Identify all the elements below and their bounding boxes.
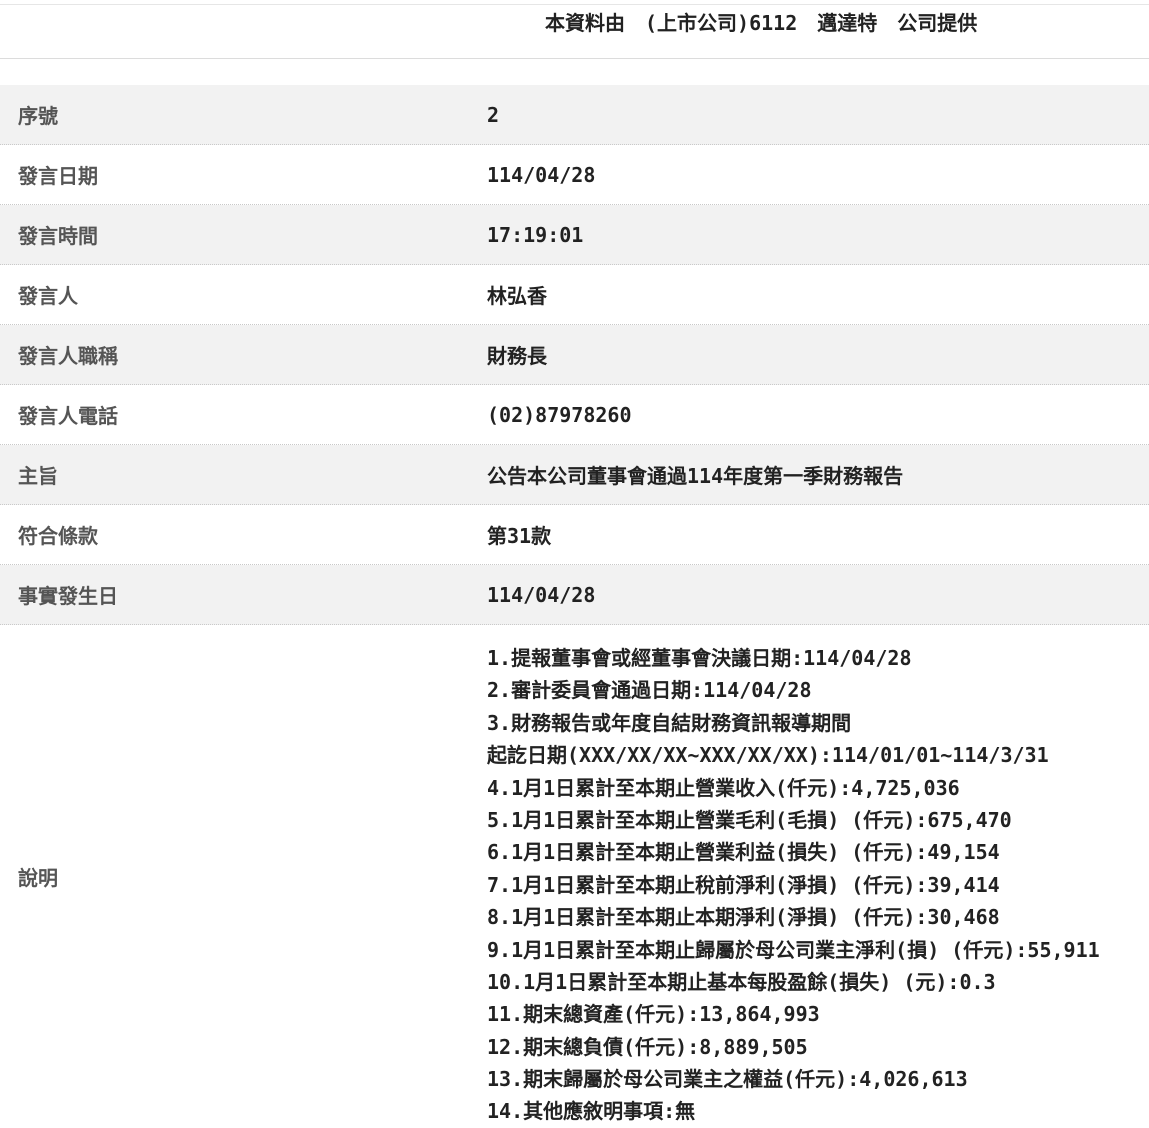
description-line: 4.1月1日累計至本期止營業收入(仟元):4,725,036 [487, 775, 960, 800]
description-line: 1.提報董事會或經董事會決議日期:114/04/28 [487, 646, 912, 670]
description-line: 13.期末歸屬於母公司業主之權益(仟元):4,026,613 [487, 1067, 968, 1092]
description-line: 14.其他應敘明事項:無 [487, 1099, 696, 1124]
row-announcement-time: 發言時間 17:19:01 [0, 205, 1149, 265]
row-description: 說明 1.提報董事會或經董事會決議日期:114/04/28 2.審計委員會通過日… [0, 625, 1149, 1128]
description-line: 12.期末總負債(仟元):8,889,505 [487, 1034, 808, 1059]
row-applicable-clause: 符合條款 第31款 [0, 505, 1149, 565]
description-line: 8.1月1日累計至本期止本期淨利(淨損) (仟元):30,468 [487, 905, 1000, 930]
value-spokesperson-phone: (02)87978260 [487, 402, 632, 427]
description-line: 11.期末總資產(仟元):13,864,993 [487, 1002, 820, 1027]
description-line: 6.1月1日累計至本期止營業利益(損失) (仟元):49,154 [487, 840, 1000, 865]
label-spokesperson-phone: 發言人電話 [18, 404, 118, 428]
value-announcement-time: 17:19:01 [487, 222, 584, 247]
row-spokesperson-title: 發言人職稱 財務長 [0, 325, 1149, 385]
description-line: 3.財務報告或年度自結財務資訊報導期間 [487, 710, 852, 735]
label-announcement-date: 發言日期 [18, 164, 98, 188]
description-line: 7.1月1日累計至本期止稅前淨利(淨損) (仟元):39,414 [487, 872, 1000, 897]
provider-text: 本資料由 (上市公司)6112 邁達特 公司提供 [545, 11, 978, 35]
value-serial-number: 2 [487, 102, 500, 127]
description-line: 起訖日期(XXX/XX/XX~XXX/XX/XX):114/01/01~114/… [487, 743, 1049, 768]
row-event-date: 事實發生日 114/04/28 [0, 565, 1149, 625]
row-announcement-date: 發言日期 114/04/28 [0, 145, 1149, 205]
description-line: 10.1月1日累計至本期止基本每股盈餘(損失) (元):0.3 [487, 969, 996, 994]
value-subject: 公告本公司董事會通過114年度第一季財務報告 [487, 464, 904, 488]
provider-header: 本資料由 (上市公司)6112 邁達特 公司提供 [0, 5, 1149, 59]
row-subject: 主旨 公告本公司董事會通過114年度第一季財務報告 [0, 445, 1149, 505]
label-announcement-time: 發言時間 [18, 224, 98, 248]
row-serial-number: 序號 2 [0, 85, 1149, 145]
description-list: 1.提報董事會或經董事會決議日期:114/04/28 2.審計委員會通過日期:1… [487, 642, 1100, 1128]
row-spokesperson: 發言人 林弘香 [0, 265, 1149, 325]
description-line: 2.審計委員會通過日期:114/04/28 [487, 678, 812, 703]
label-applicable-clause: 符合條款 [18, 524, 98, 548]
announcement-table: 序號 2 發言日期 114/04/28 發言時間 17:19:01 發言人 林弘… [0, 85, 1149, 1128]
value-event-date: 114/04/28 [487, 582, 596, 607]
label-spokesperson-title: 發言人職稱 [18, 344, 118, 368]
value-applicable-clause: 第31款 [487, 524, 552, 548]
label-event-date: 事實發生日 [18, 584, 118, 608]
label-subject: 主旨 [18, 464, 58, 488]
description-line: 5.1月1日累計至本期止營業毛利(毛損) (仟元):675,470 [487, 807, 1012, 832]
value-spokesperson: 林弘香 [487, 284, 547, 308]
label-description: 說明 [18, 866, 58, 890]
label-serial-number: 序號 [18, 104, 58, 128]
value-spokesperson-title: 財務長 [487, 344, 547, 368]
description-line: 9.1月1日累計至本期止歸屬於母公司業主淨利(損) (仟元):55,911 [487, 937, 1100, 962]
row-spokesperson-phone: 發言人電話 (02)87978260 [0, 385, 1149, 445]
value-announcement-date: 114/04/28 [487, 162, 596, 187]
label-spokesperson: 發言人 [18, 284, 78, 308]
